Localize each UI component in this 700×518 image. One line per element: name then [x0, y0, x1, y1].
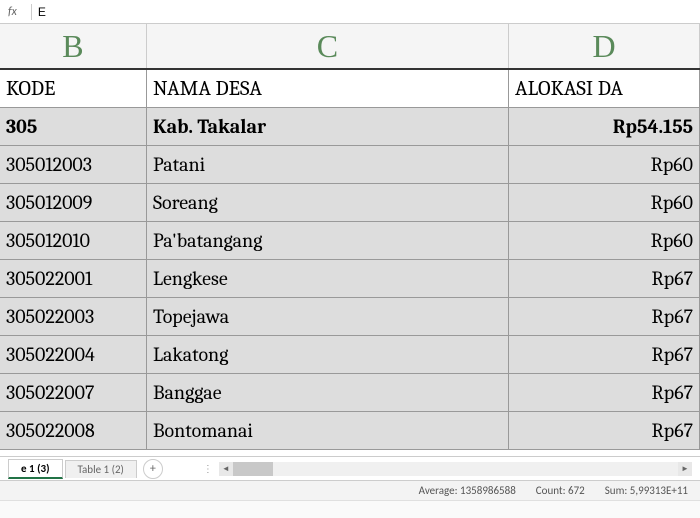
sheet-tab-active[interactable]: e 1 (3)	[8, 459, 63, 479]
header-row: KODE NAMA DESA ALOKASI DA	[0, 70, 700, 108]
fx-label[interactable]: fx	[4, 5, 21, 19]
data-rows: KODE NAMA DESA ALOKASI DA 305Kab. Takala…	[0, 70, 700, 450]
cell-kode[interactable]: 305012009	[0, 184, 147, 221]
cell-kode[interactable]: 305012010	[0, 222, 147, 259]
scroll-left-button[interactable]: ◄	[219, 462, 233, 476]
cell-nama[interactable]: Kab. Takalar	[147, 108, 509, 145]
cell-kode[interactable]: 305	[0, 108, 147, 145]
cell-alokasi[interactable]: Rp67	[509, 412, 700, 449]
col-header-b[interactable]: B	[0, 24, 147, 68]
status-sum: Sum: 5,99313E+11	[605, 484, 688, 497]
cell-alokasi[interactable]: Rp54.155	[509, 108, 700, 145]
status-bar: Average: 1358986588 Count: 672 Sum: 5,99…	[0, 480, 700, 500]
status-count: Count: 672	[536, 484, 585, 497]
formula-input[interactable]	[34, 2, 696, 22]
column-headers: B C D	[0, 24, 700, 70]
status-average: Average: 1358986588	[419, 484, 516, 497]
formula-divider	[31, 4, 32, 20]
add-sheet-button[interactable]: +	[143, 459, 163, 479]
cell-kode[interactable]: 305022003	[0, 298, 147, 335]
scroll-thumb[interactable]	[233, 462, 273, 476]
table-row: 305022003TopejawaRp67	[0, 298, 700, 336]
table-row: 305022001LengkeseRp67	[0, 260, 700, 298]
sheet-tab-inactive[interactable]: Table 1 (2)	[65, 460, 137, 478]
table-row: 305Kab. TakalarRp54.155	[0, 108, 700, 146]
cell-nama[interactable]: Lakatong	[147, 336, 509, 373]
table-row: 305022004LakatongRp67	[0, 336, 700, 374]
spreadsheet-grid: B C D KODE NAMA DESA ALOKASI DA 305Kab. …	[0, 24, 700, 456]
bottom-spacer	[0, 500, 700, 518]
cell-kode[interactable]: 305012003	[0, 146, 147, 183]
cell-alokasi[interactable]: Rp67	[509, 336, 700, 373]
horizontal-scroll: ⋮ ◄ ►	[203, 462, 692, 476]
cell-alokasi[interactable]: Rp67	[509, 374, 700, 411]
header-alokasi[interactable]: ALOKASI DA	[509, 70, 700, 107]
table-row: 305022008BontomanaiRp67	[0, 412, 700, 450]
table-row: 305012003PataniRp60	[0, 146, 700, 184]
cell-alokasi[interactable]: Rp60	[509, 222, 700, 259]
cell-alokasi[interactable]: Rp67	[509, 298, 700, 335]
scroll-right-button[interactable]: ►	[678, 462, 692, 476]
header-nama[interactable]: NAMA DESA	[147, 70, 509, 107]
cell-nama[interactable]: Bontomanai	[147, 412, 509, 449]
scroll-track[interactable]	[233, 462, 678, 476]
cell-kode[interactable]: 305022008	[0, 412, 147, 449]
table-row: 305022007BanggaeRp67	[0, 374, 700, 412]
cell-kode[interactable]: 305022001	[0, 260, 147, 297]
col-header-d[interactable]: D	[509, 24, 700, 68]
cell-nama[interactable]: Topejawa	[147, 298, 509, 335]
cell-alokasi[interactable]: Rp67	[509, 260, 700, 297]
cell-nama[interactable]: Pa'batangang	[147, 222, 509, 259]
scroll-separator: ⋮	[203, 462, 213, 475]
cell-alokasi[interactable]: Rp60	[509, 184, 700, 221]
cell-alokasi[interactable]: Rp60	[509, 146, 700, 183]
header-kode[interactable]: KODE	[0, 70, 147, 107]
col-header-c[interactable]: C	[147, 24, 509, 68]
cell-nama[interactable]: Banggae	[147, 374, 509, 411]
sheet-tabs-bar: e 1 (3) Table 1 (2) + ⋮ ◄ ►	[0, 456, 700, 480]
table-row: 305012009SoreangRp60	[0, 184, 700, 222]
cell-kode[interactable]: 305022004	[0, 336, 147, 373]
cell-nama[interactable]: Soreang	[147, 184, 509, 221]
cell-nama[interactable]: Lengkese	[147, 260, 509, 297]
table-row: 305012010Pa'batangangRp60	[0, 222, 700, 260]
cell-kode[interactable]: 305022007	[0, 374, 147, 411]
formula-bar: fx	[0, 0, 700, 24]
cell-nama[interactable]: Patani	[147, 146, 509, 183]
